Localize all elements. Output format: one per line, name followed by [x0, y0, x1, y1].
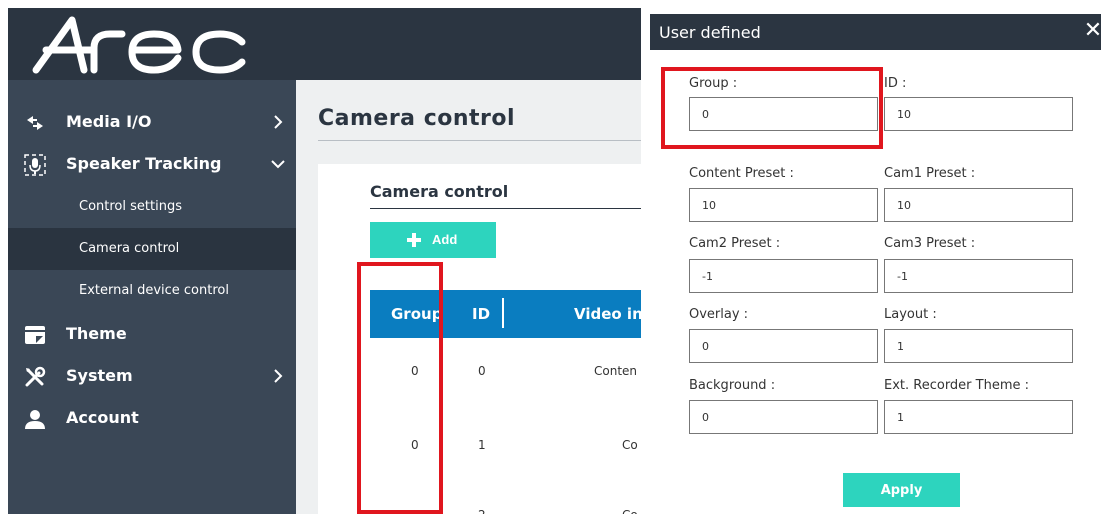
field-label-id: ID :	[884, 76, 907, 91]
arec-logo	[32, 16, 246, 74]
sidebar-item-label: Media I/O	[66, 112, 152, 131]
cam1-preset-field[interactable]	[884, 188, 1073, 222]
sidebar-subitem-label: Control settings	[79, 199, 182, 214]
field-label-ext-recorder-theme: Ext. Recorder Theme :	[884, 378, 1030, 393]
field-label-content-preset: Content Preset :	[689, 166, 794, 181]
sidebar-item-speaker-tracking[interactable]: Speaker Tracking	[8, 144, 296, 186]
sidebar-item-theme[interactable]: Theme	[8, 314, 296, 356]
layout-field[interactable]	[884, 329, 1073, 363]
add-button[interactable]: Add	[370, 222, 496, 258]
chevron-down-icon[interactable]	[270, 156, 286, 172]
close-icon[interactable]: ✕	[1082, 18, 1101, 44]
dialog-title: User defined	[659, 23, 761, 42]
admin-panel: Media I/O Speaker Tracking Control setti…	[8, 8, 641, 514]
overlay-field[interactable]	[689, 329, 878, 363]
cam2-preset-field[interactable]	[689, 259, 878, 293]
sidebar-subitem-label: External device control	[79, 283, 229, 298]
page-title: Camera control	[318, 106, 516, 131]
field-label-background: Background :	[689, 378, 776, 393]
user-defined-dialog: User defined ✕ Group : ID : Content Pres…	[650, 6, 1101, 514]
apply-button[interactable]: Apply	[843, 473, 960, 507]
field-label-cam1-preset: Cam1 Preset :	[884, 166, 976, 181]
cell-id: 1	[478, 438, 486, 452]
column-divider	[502, 298, 504, 328]
field-label-layout: Layout :	[884, 307, 937, 322]
tools-icon	[25, 366, 46, 387]
chevron-right-icon[interactable]	[270, 368, 286, 384]
field-label-cam3-preset: Cam3 Preset :	[884, 236, 976, 251]
field-label-group: Group :	[689, 76, 738, 91]
column-header-group[interactable]: Group	[391, 305, 442, 323]
camera-control-card	[318, 164, 641, 514]
theme-icon	[25, 326, 45, 344]
cell-group: 0	[411, 438, 419, 452]
divider	[370, 208, 641, 209]
ext-recorder-theme-field[interactable]	[884, 400, 1073, 434]
sidebar-item-label: System	[66, 366, 133, 385]
user-icon	[25, 410, 45, 429]
field-label-overlay: Overlay :	[689, 307, 749, 322]
content-preset-field[interactable]	[689, 188, 878, 222]
sidebar-item-label: Account	[66, 408, 139, 427]
sidebar-subitem-control-settings[interactable]: Control settings	[8, 186, 296, 228]
cell-id: 0	[478, 364, 486, 378]
microphone-icon	[24, 154, 46, 176]
dialog-header: User defined ✕	[650, 14, 1101, 50]
background-field[interactable]	[689, 400, 878, 434]
id-field[interactable]	[884, 97, 1073, 131]
chevron-right-icon[interactable]	[270, 114, 286, 130]
sidebar-item-media-io[interactable]: Media I/O	[8, 102, 296, 144]
group-field[interactable]	[689, 97, 878, 131]
cam3-preset-field[interactable]	[884, 259, 1073, 293]
sidebar-subitem-label: Camera control	[79, 241, 180, 256]
plus-icon	[407, 233, 421, 247]
sidebar-item-label: Speaker Tracking	[66, 154, 222, 173]
column-header-video-in[interactable]: Video in	[574, 305, 641, 323]
top-bar	[8, 8, 641, 80]
table-header: Group ID Video in	[370, 290, 641, 338]
sidebar-item-system[interactable]: System	[8, 356, 296, 398]
cell-id: 2	[478, 508, 486, 514]
arrows-exchange-icon	[27, 116, 43, 130]
field-label-cam2-preset: Cam2 Preset :	[689, 236, 781, 251]
add-button-label: Add	[432, 232, 458, 247]
cell-video-in: Co	[622, 438, 638, 452]
cell-video-in: Conten	[594, 364, 638, 378]
sidebar-subitem-camera-control[interactable]: Camera control	[8, 228, 296, 270]
column-header-id[interactable]: ID	[472, 305, 490, 323]
cell-video-in: Co	[622, 508, 638, 514]
sidebar-subitem-external-device-control[interactable]: External device control	[8, 270, 296, 312]
sidebar: Media I/O Speaker Tracking Control setti…	[8, 80, 296, 514]
sidebar-item-label: Theme	[66, 324, 127, 343]
divider	[318, 140, 641, 141]
sidebar-item-account[interactable]: Account	[8, 398, 296, 440]
card-title: Camera control	[370, 182, 509, 201]
cell-group: 0	[411, 364, 419, 378]
